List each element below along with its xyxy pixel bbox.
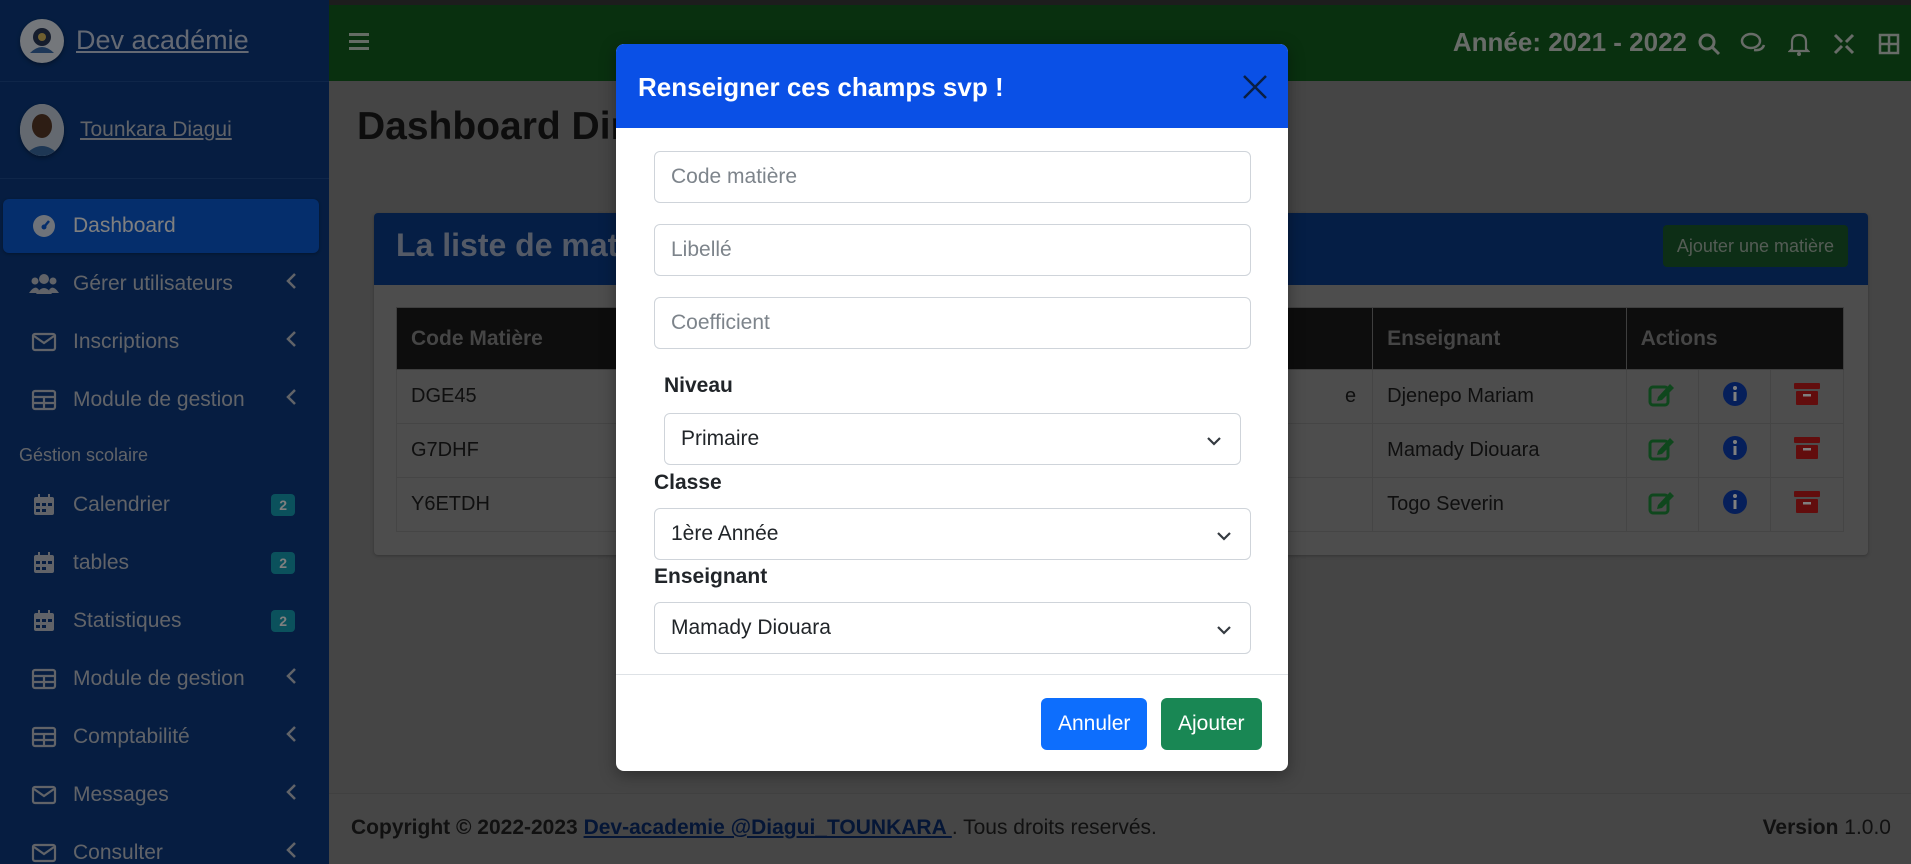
- add-subject-modal: Renseigner ces champs svp ! Niveau Prima…: [616, 44, 1288, 771]
- close-icon[interactable]: [1240, 72, 1270, 102]
- modal-header: Renseigner ces champs svp !: [616, 44, 1288, 128]
- enseignant-value: Mamady Diouara: [671, 616, 831, 639]
- chevron-down-icon: [1216, 620, 1232, 644]
- classe-value: 1ère Année: [671, 522, 779, 545]
- classe-label: Classe: [654, 471, 722, 494]
- enseignant-label: Enseignant: [654, 565, 768, 588]
- libelle-input[interactable]: [654, 224, 1251, 276]
- cancel-button[interactable]: Annuler: [1041, 698, 1148, 750]
- chevron-down-icon: [1206, 431, 1222, 455]
- submit-button[interactable]: Ajouter: [1161, 698, 1262, 750]
- classe-select[interactable]: 1ère Année: [654, 508, 1251, 560]
- modal-divider: [616, 674, 1288, 675]
- niveau-select[interactable]: Primaire: [664, 413, 1241, 465]
- coefficient-input[interactable]: [654, 297, 1251, 349]
- modal-title: Renseigner ces champs svp !: [638, 72, 1004, 102]
- chevron-down-icon: [1216, 526, 1232, 550]
- code-matiere-input[interactable]: [654, 151, 1251, 203]
- niveau-value: Primaire: [681, 427, 760, 450]
- enseignant-select[interactable]: Mamady Diouara: [654, 602, 1251, 654]
- niveau-label: Niveau: [664, 374, 733, 397]
